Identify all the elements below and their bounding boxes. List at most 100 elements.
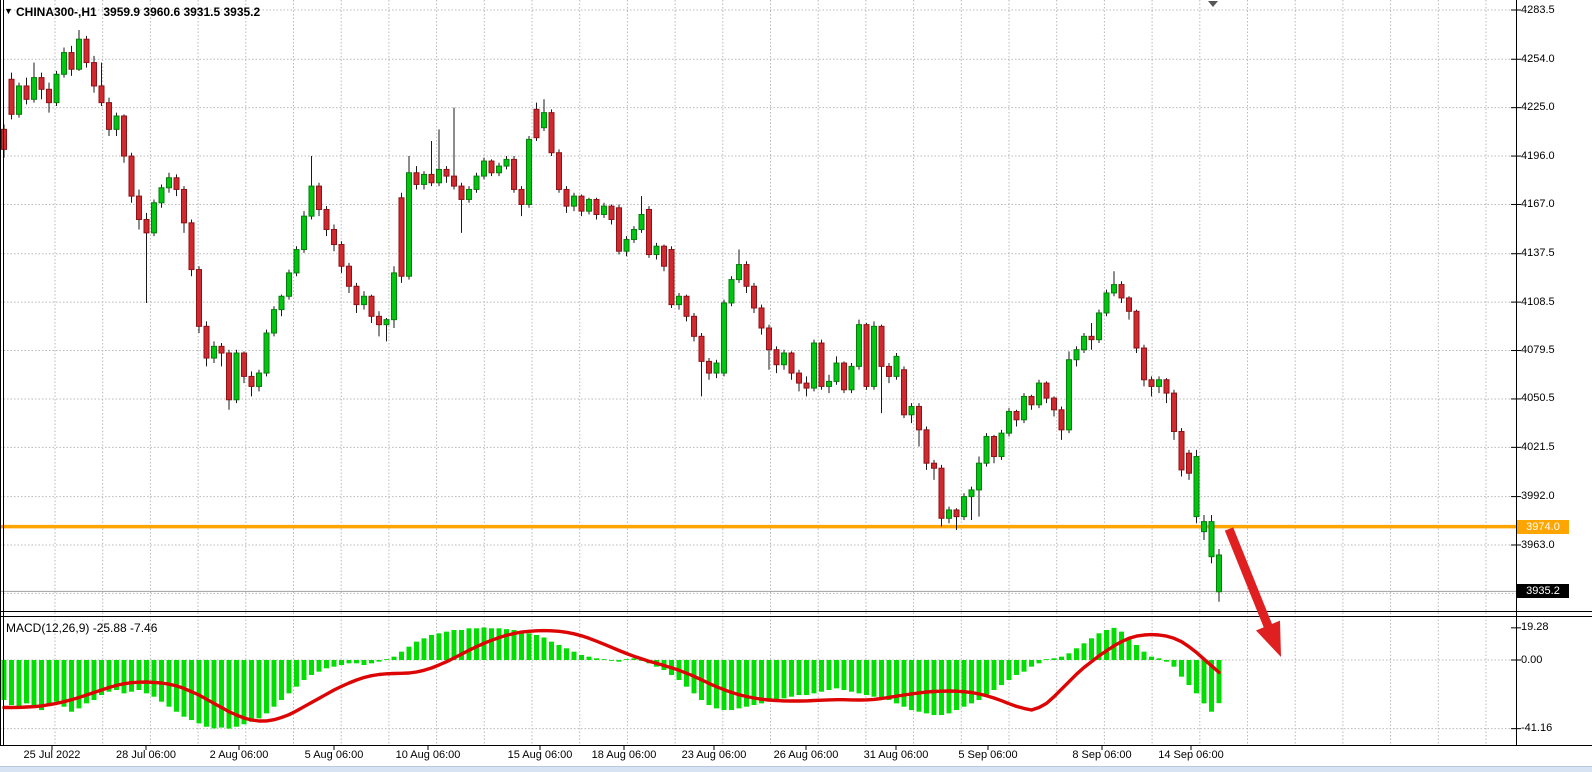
bull-candle: [1082, 336, 1087, 349]
bear-candle: [107, 103, 112, 130]
bull-candle: [302, 216, 307, 249]
bear-candle: [579, 196, 584, 211]
current-price-badge: 3935.2: [1517, 584, 1569, 598]
bull-candle: [572, 196, 577, 206]
macd-histogram-bar: [1134, 645, 1139, 660]
bull-candle: [1067, 360, 1072, 430]
chart-canvas[interactable]: [0, 0, 1592, 772]
macd-histogram-bar: [587, 657, 592, 660]
bear-candle: [617, 208, 622, 251]
bear-candle: [317, 186, 322, 209]
bear-candle: [902, 370, 907, 415]
macd-histogram-bar: [999, 660, 1004, 685]
bull-candle: [309, 186, 314, 216]
macd-histogram-bar: [947, 660, 952, 713]
macd-histogram-bar: [954, 660, 959, 710]
bear-candle: [932, 463, 937, 468]
bear-candle: [354, 286, 359, 304]
time-axis-label: 14 Sep 06:00: [1131, 749, 1251, 761]
bear-candle: [954, 510, 959, 517]
macd-axis-label: 19.28: [1521, 621, 1591, 633]
bull-candle: [624, 240, 629, 252]
macd-histogram-bar: [819, 660, 824, 692]
bear-candle: [204, 326, 209, 358]
bear-candle: [699, 336, 704, 361]
price-axis-label: 4167.0: [1521, 198, 1591, 210]
bear-candle: [399, 198, 404, 276]
bear-candle: [594, 199, 599, 214]
bull-candle: [467, 189, 472, 199]
price-axis-label: 4108.5: [1521, 296, 1591, 308]
macd-histogram-bar: [917, 660, 922, 712]
macd-histogram-bar: [1104, 630, 1109, 660]
down-arrow-head[interactable]: [1256, 621, 1281, 657]
macd-histogram-bar: [377, 660, 382, 662]
macd-histogram-bar: [1007, 660, 1012, 680]
bear-candle: [1172, 393, 1177, 431]
bear-candle: [9, 79, 14, 114]
bear-candle: [767, 328, 772, 350]
macd-histogram-bar: [797, 660, 802, 695]
bear-candle: [939, 468, 944, 518]
macd-histogram-bar: [497, 628, 502, 660]
chart-title: CHINA300-,H1 3959.9 3960.6 3931.5 3935.2: [16, 5, 260, 19]
bear-candle: [797, 373, 802, 383]
bear-candle: [1134, 311, 1139, 348]
macd-histogram-bar: [369, 660, 374, 663]
macd-histogram-bar: [1202, 660, 1207, 703]
bear-candle: [1164, 380, 1169, 393]
macd-histogram-bar: [804, 660, 809, 695]
bull-candle: [654, 246, 659, 254]
macd-histogram-bar: [834, 660, 839, 688]
bull-candle: [857, 325, 862, 367]
bear-candle: [99, 86, 104, 103]
macd-histogram-bar: [54, 660, 59, 702]
symbol-dropdown-icon[interactable]: ▼: [4, 6, 13, 16]
bull-candle: [737, 265, 742, 280]
bull-candle: [812, 343, 817, 388]
bear-candle: [1089, 336, 1094, 339]
bear-candle: [69, 53, 74, 70]
bull-candle: [437, 169, 442, 182]
macd-histogram-bar: [857, 660, 862, 693]
bull-candle: [54, 74, 59, 102]
bear-candle: [864, 325, 869, 387]
macd-histogram-bar: [789, 660, 794, 697]
macd-histogram-bar: [422, 638, 427, 660]
macd-histogram-bar: [534, 635, 539, 660]
bull-candle: [279, 296, 284, 309]
macd-histogram-bar: [1127, 638, 1132, 660]
macd-axis-label: 0.00: [1521, 654, 1591, 666]
window-bottom-strip: [0, 766, 1592, 772]
macd-histogram-bar: [744, 660, 749, 707]
macd-histogram-bar: [1014, 660, 1019, 675]
macd-histogram-bar: [594, 658, 599, 660]
macd-histogram-bar: [812, 660, 817, 693]
macd-histogram-bar: [879, 660, 884, 698]
price-axis-label: 4225.0: [1521, 101, 1591, 113]
bear-candle: [789, 353, 794, 373]
bull-candle: [1104, 293, 1109, 313]
macd-histogram-bar: [827, 660, 832, 690]
macd-histogram-bar: [1142, 652, 1147, 660]
macd-histogram-bar: [564, 648, 569, 660]
macd-histogram-bar: [842, 660, 847, 690]
bear-candle: [759, 308, 764, 328]
bull-candle: [1037, 383, 1042, 405]
bear-candle: [609, 206, 614, 219]
bull-candle: [62, 53, 67, 75]
macd-histogram-bar: [294, 660, 299, 687]
macd-histogram-bar: [1022, 660, 1027, 672]
macd-histogram-bar: [962, 660, 967, 707]
bear-candle: [227, 353, 232, 400]
price-axis-label: 3992.0: [1521, 490, 1591, 502]
bear-candle: [339, 245, 344, 267]
macd-histogram-bar: [1119, 632, 1124, 660]
bear-candle: [452, 176, 457, 186]
scroll-position-marker: [1208, 1, 1218, 7]
macd-histogram-bar: [309, 660, 314, 675]
bull-candle: [422, 174, 427, 184]
bear-candle: [842, 363, 847, 390]
macd-histogram-bar: [1149, 657, 1154, 660]
bear-candle: [129, 156, 134, 196]
